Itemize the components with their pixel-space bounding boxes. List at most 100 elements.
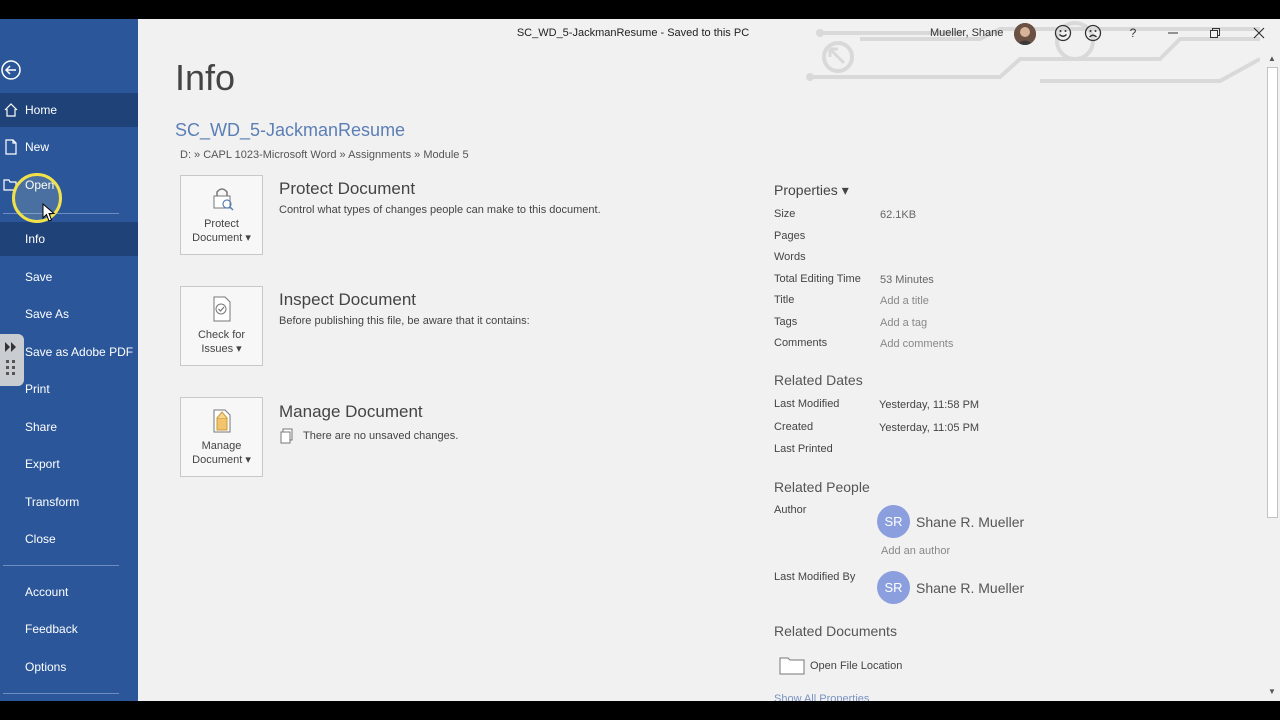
document-path[interactable]: D: » CAPL 1023-Microsoft Word » Assignme… [180, 149, 469, 161]
property-tags-field[interactable]: Add a tag [880, 317, 927, 329]
tile-label: Manage [201, 440, 242, 452]
lock-document-icon [213, 188, 234, 211]
related-people-heading: Related People [774, 479, 870, 495]
inspect-document-icon [213, 296, 230, 322]
floating-toolbar-handle[interactable] [0, 334, 24, 386]
inspect-document-description: Before publishing this file, be aware th… [279, 315, 530, 327]
tile-label: Protect [204, 218, 239, 230]
sidebar-item-label: Save [25, 270, 53, 284]
properties-dropdown[interactable]: Properties ▾ [774, 182, 849, 199]
tile-label: Issues ▾ [201, 343, 242, 355]
property-label: Created [774, 421, 814, 433]
sidebar-item-label: Save As [25, 307, 70, 321]
last-modified-value: Yesterday, 11:58 PM [879, 399, 980, 411]
sidebar-item-info[interactable]: Info [0, 222, 138, 256]
property-size-value: 62.1KB [880, 209, 917, 221]
sidebar-divider [3, 565, 119, 566]
page-title: Info [175, 57, 236, 98]
user-avatar[interactable] [1014, 23, 1036, 45]
property-label: Author [774, 504, 807, 516]
minimize-icon[interactable] [1164, 24, 1182, 42]
sidebar-item-save[interactable]: Save [0, 260, 138, 294]
property-label: Pages [774, 230, 806, 242]
add-author-link[interactable]: Add an author [881, 545, 950, 557]
created-value: Yesterday, 11:05 PM [879, 422, 980, 434]
window-title: SC_WD_5-JackmanResume - Saved to this PC [516, 27, 750, 39]
tile-label: Check for [197, 329, 246, 341]
screen-bottom-bar [0, 701, 1280, 720]
related-dates-heading: Related Dates [774, 372, 863, 388]
new-document-icon [5, 139, 17, 155]
folder-icon [779, 657, 805, 675]
sidebar-item-feedback[interactable]: Feedback [0, 612, 138, 646]
backstage-sidebar: Home New Open Info Save Save As Save as … [0, 19, 138, 701]
sidebar-item-share[interactable]: Share [0, 410, 138, 444]
property-comments-field[interactable]: Add comments [880, 338, 953, 350]
property-label: Comments [774, 337, 828, 349]
sidebar-item-options[interactable]: Options [0, 650, 138, 684]
property-title-field[interactable]: Add a title [880, 295, 929, 307]
sidebar-item-label: Account [25, 585, 69, 599]
author-name[interactable]: Shane R. Mueller [916, 514, 1024, 530]
property-label: Total Editing Time [774, 273, 861, 285]
inspect-document-heading: Inspect Document [279, 290, 417, 309]
sidebar-item-export[interactable]: Export [0, 447, 138, 481]
grip-icon [5, 342, 16, 375]
modified-by-avatar[interactable]: SR [877, 571, 910, 604]
scrollbar-thumb[interactable] [1267, 67, 1278, 518]
manage-document-heading: Manage Document [279, 402, 423, 421]
sidebar-item-account[interactable]: Account [0, 575, 138, 609]
manage-document-description: There are no unsaved changes. [303, 430, 459, 442]
sidebar-item-label: Share [25, 420, 58, 434]
tile-label: Document ▾ [192, 232, 251, 244]
property-label: Words [774, 251, 806, 263]
manage-document-button[interactable]: Manage Document ▾ [180, 397, 263, 477]
protect-document-heading: Protect Document [279, 179, 416, 198]
frown-feedback-icon[interactable] [1084, 24, 1102, 42]
property-label: Last Modified By [774, 571, 856, 583]
sidebar-item-label: Options [25, 660, 67, 674]
sidebar-item-label: Export [25, 457, 60, 471]
screen-top-bar [0, 0, 1280, 19]
property-label: Last Printed [774, 443, 833, 455]
sidebar-item-close[interactable]: Close [0, 522, 138, 556]
sidebar-item-home[interactable]: Home [0, 93, 138, 127]
close-icon[interactable] [1250, 24, 1268, 42]
document-name: SC_WD_5-JackmanResume [175, 120, 406, 140]
scroll-up-icon[interactable]: ▲ [1266, 54, 1278, 64]
sidebar-item-label: Transform [25, 495, 80, 509]
sidebar-item-label: Print [25, 382, 50, 396]
property-editing-time-value: 53 Minutes [880, 274, 934, 286]
sidebar-item-label: Feedback [25, 622, 78, 636]
restore-icon[interactable] [1206, 24, 1224, 42]
help-button[interactable]: ? [1124, 24, 1142, 42]
protect-document-button[interactable]: Protect Document ▾ [180, 175, 263, 255]
manage-document-icon [213, 409, 230, 433]
sidebar-item-label: Home [25, 103, 58, 117]
sidebar-item-transform[interactable]: Transform [0, 485, 138, 519]
sidebar-item-save-as[interactable]: Save As [0, 297, 138, 331]
protect-document-description: Control what types of changes people can… [279, 204, 601, 216]
sidebar-divider [3, 693, 119, 694]
show-all-properties-link[interactable]: Show All Properties [774, 693, 869, 701]
scroll-down-icon[interactable]: ▼ [1266, 687, 1278, 697]
word-backstage-window: Home New Open Info Save Save As Save as … [0, 0, 1280, 720]
smiley-feedback-icon[interactable] [1054, 24, 1072, 42]
user-photo-icon [1014, 23, 1036, 45]
document-versions-icon [280, 428, 293, 444]
related-documents-heading: Related Documents [774, 623, 897, 639]
home-icon [4, 103, 18, 117]
sidebar-item-label: Info [25, 232, 46, 246]
modified-by-name[interactable]: Shane R. Mueller [916, 580, 1024, 596]
open-file-location-link[interactable]: Open File Location [810, 660, 902, 672]
signed-in-user[interactable]: Mueller, Shane [930, 27, 1003, 39]
sidebar-item-new[interactable]: New [0, 130, 138, 164]
back-arrow-icon[interactable] [0, 59, 22, 81]
check-for-issues-button[interactable]: Check for Issues ▾ [180, 286, 263, 366]
sidebar-item-label: Close [25, 532, 56, 546]
property-label: Title [774, 294, 795, 306]
property-label: Size [774, 208, 796, 220]
tile-label: Document ▾ [192, 454, 251, 466]
sidebar-item-label: Save as Adobe PDF [25, 345, 134, 359]
author-avatar[interactable]: SR [877, 505, 910, 538]
